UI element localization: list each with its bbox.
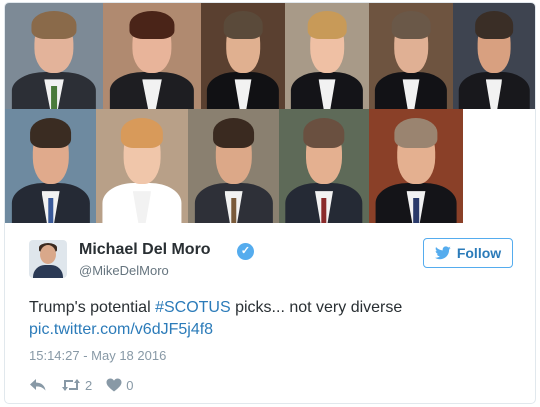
heart-icon (106, 378, 122, 392)
portrait-2-hair (129, 11, 175, 40)
portrait-11-tie (413, 197, 419, 223)
portrait-1-hair (31, 11, 77, 40)
portrait-8-hair (120, 118, 164, 148)
retweet-button[interactable]: 2 (61, 378, 92, 393)
verified-badge-icon: ✓ (237, 243, 254, 260)
like-button[interactable]: 0 (106, 378, 133, 393)
portrait-8[interactable] (96, 109, 188, 223)
tweet-header: Michael Del Moro ✓ @MikeDelMoro Follow (29, 238, 515, 284)
photo-collage[interactable] (5, 3, 535, 223)
portrait-3[interactable] (201, 3, 285, 109)
portrait-6[interactable] (453, 3, 535, 109)
reply-button[interactable] (29, 378, 47, 392)
display-name[interactable]: Michael Del Moro (79, 241, 211, 259)
hashtag-link[interactable]: #SCOTUS (155, 299, 231, 316)
like-count: 0 (126, 377, 134, 393)
reply-icon (30, 379, 46, 391)
user-handle[interactable]: @MikeDelMoro (79, 263, 169, 278)
tweet-card: Michael Del Moro ✓ @MikeDelMoro Follow T… (4, 2, 536, 404)
portrait-5-hair (391, 11, 431, 40)
avatar[interactable] (29, 240, 67, 278)
portrait-11[interactable] (369, 109, 463, 223)
portrait-10-tie (321, 197, 327, 223)
portrait-4-hair (307, 11, 347, 40)
retweet-count: 2 (85, 377, 93, 393)
tweet-text: Trump's potential #SCOTUS picks... not v… (29, 297, 519, 319)
follow-label: Follow (456, 245, 502, 261)
portrait-9[interactable] (188, 109, 279, 223)
twitter-bird-icon (434, 246, 451, 260)
tweet-actions: 2 0 (29, 375, 133, 395)
follow-button[interactable]: Follow (423, 238, 513, 268)
portrait-5[interactable] (369, 3, 453, 109)
portrait-7-hair (29, 118, 72, 148)
tweet-text-after: picks... not very diverse (230, 299, 403, 316)
portrait-3-hair (223, 11, 263, 40)
portrait-6-hair (475, 11, 513, 40)
portrait-9-tie (230, 197, 237, 223)
portrait-2[interactable] (103, 3, 201, 109)
tweet-text-before: Trump's potential (29, 299, 156, 316)
portrait-1-tie (51, 85, 57, 109)
portrait-7[interactable] (5, 109, 96, 223)
portrait-4[interactable] (285, 3, 369, 109)
portrait-1[interactable] (5, 3, 103, 109)
retweet-icon (62, 379, 80, 391)
portrait-7-tie (47, 197, 54, 223)
portrait-10[interactable] (279, 109, 369, 223)
media-link[interactable]: pic.twitter.com/v6dJF5j4f8 (29, 319, 213, 341)
portrait-10-hair (303, 118, 345, 148)
timestamp[interactable]: 15:14:27 - May 18 2016 (29, 347, 166, 365)
portrait-9-hair (212, 118, 255, 148)
portrait-11-hair (394, 118, 438, 148)
